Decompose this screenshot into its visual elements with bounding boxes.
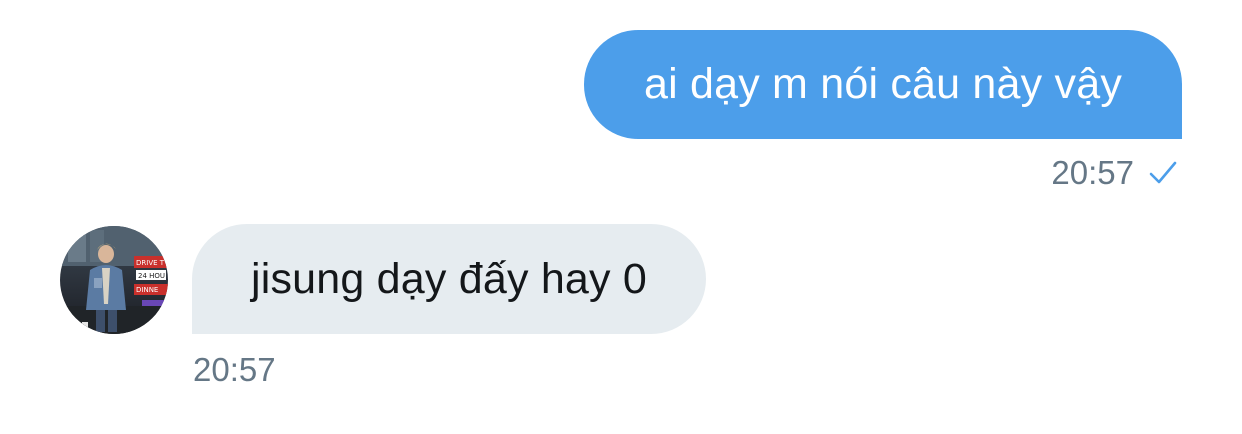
outgoing-message-text: ai dạy m nói câu này vậy — [643, 60, 1123, 108]
avatar-photo: DRIVE T 24 HOU DINNE — [60, 226, 168, 334]
outgoing-message-bubble[interactable]: ai dạy m nói câu này vậy — [584, 30, 1182, 139]
incoming-message-meta: 20:57 — [193, 353, 276, 386]
avatar-sign-text-1: DRIVE T — [136, 259, 165, 267]
avatar-sign-text-3: DINNE — [136, 286, 158, 294]
avatar[interactable]: DRIVE T 24 HOU DINNE — [60, 226, 168, 334]
outgoing-message-time: 20:57 — [1051, 154, 1134, 191]
incoming-message-bubble[interactable]: jisung dạy đấy hay 0 — [192, 224, 706, 334]
avatar-sign-text-2: 24 HOU — [138, 272, 165, 280]
incoming-message-time: 20:57 — [193, 351, 276, 388]
outgoing-message-meta: 20:57 — [1051, 156, 1178, 189]
incoming-message-text: jisung dạy đấy hay 0 — [250, 254, 648, 303]
check-icon — [1149, 161, 1177, 183]
conversation-view: ai dạy m nói câu này vậy 20:57 DRIVE T 2… — [0, 0, 1242, 434]
